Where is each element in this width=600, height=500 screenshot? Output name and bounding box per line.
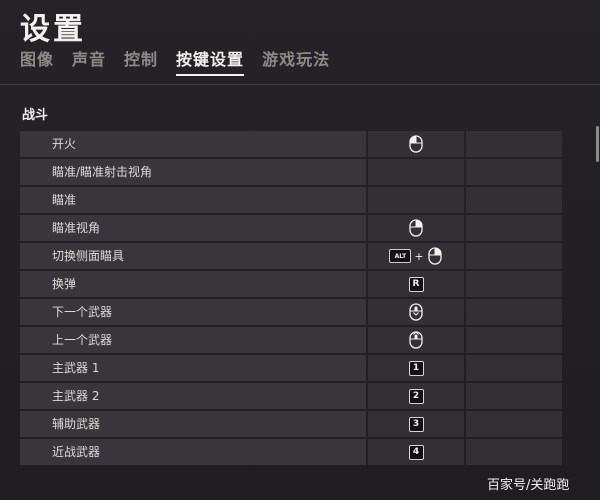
keybinding-row: 主武器 1 1 xyxy=(20,355,596,381)
keycap: 2 xyxy=(408,388,424,404)
secondary-binding-slot[interactable] xyxy=(466,215,562,241)
keybinding-label-cell: 开火 xyxy=(20,131,366,157)
header-divider xyxy=(0,84,600,85)
keybinding-label: 瞄准/瞄准射击视角 xyxy=(20,159,366,185)
keybinding-row: 上一个武器 xyxy=(20,327,596,353)
page-title: 设置 xyxy=(20,12,86,47)
primary-binding-slot[interactable]: 4 xyxy=(368,439,464,465)
keybinding-label-cell: 主武器 1 xyxy=(20,355,366,381)
keybinding-label-cell: 瞄准/瞄准射击视角 xyxy=(20,159,366,185)
tab-controls[interactable]: 控制 xyxy=(124,48,158,72)
keybinding-label-cell: 上一个武器 xyxy=(20,327,366,353)
secondary-binding-slot[interactable] xyxy=(466,271,562,297)
keybinding-row: 切换侧面瞄具 ALT + xyxy=(20,243,596,269)
primary-binding-slot[interactable]: 3 xyxy=(368,411,464,437)
mouse-right-click-icon xyxy=(408,219,424,237)
keybinding-label-cell: 切换侧面瞄具 xyxy=(20,243,366,269)
primary-binding-slot[interactable] xyxy=(368,187,464,213)
keybinding-row: 下一个武器 xyxy=(20,299,596,325)
mouse-scroll-up-icon xyxy=(408,331,424,349)
keybinding-row: 瞄准/瞄准射击视角 xyxy=(20,159,596,185)
keybinding-label-cell: 下一个武器 xyxy=(20,299,366,325)
mouse-scroll-down-icon xyxy=(408,303,424,321)
primary-binding-slot[interactable] xyxy=(368,131,464,157)
keybinding-label-cell: 换弹 xyxy=(20,271,366,297)
keycap: 3 xyxy=(408,416,424,432)
keybinding-label-cell: 瞄准视角 xyxy=(20,215,366,241)
section-title: 战斗 xyxy=(22,108,49,123)
keybinding-label: 下一个武器 xyxy=(20,299,366,325)
keybinding-row: 辅助武器 3 xyxy=(20,411,596,437)
keybinding-label: 瞄准视角 xyxy=(20,215,366,241)
secondary-binding-slot[interactable] xyxy=(466,327,562,353)
plus-sign: + xyxy=(414,249,424,263)
mouse-left-click-icon xyxy=(408,135,424,153)
keybinding-row: 开火 xyxy=(20,131,596,157)
primary-binding-slot[interactable]: 2 xyxy=(368,383,464,409)
keybinding-row: 主武器 2 2 xyxy=(20,383,596,409)
keybinding-label: 主武器 1 xyxy=(20,355,366,381)
secondary-binding-slot[interactable] xyxy=(466,159,562,185)
secondary-binding-slot[interactable] xyxy=(466,411,562,437)
keycap: 4 xyxy=(408,444,424,460)
tab-sound[interactable]: 声音 xyxy=(72,48,106,72)
secondary-binding-slot[interactable] xyxy=(466,439,562,465)
keycap: R xyxy=(408,276,424,292)
keycap-alt: ALT xyxy=(389,249,412,263)
tab-graphics[interactable]: 图像 xyxy=(20,48,54,72)
primary-binding-slot[interactable]: ALT + xyxy=(368,243,464,269)
keybinding-row: 瞄准视角 xyxy=(20,215,596,241)
primary-binding-slot[interactable] xyxy=(368,159,464,185)
keybinding-row: 换弹 R xyxy=(20,271,596,297)
keybinding-row: 近战武器 4 xyxy=(20,439,596,465)
primary-binding-slot[interactable] xyxy=(368,299,464,325)
scrollbar[interactable] xyxy=(596,126,599,162)
primary-binding-slot[interactable]: 1 xyxy=(368,355,464,381)
keybinding-label: 辅助武器 xyxy=(20,411,366,437)
keybinding-row: 瞄准 xyxy=(20,187,596,213)
keybinding-label-cell: 主武器 2 xyxy=(20,383,366,409)
keybinding-label: 主武器 2 xyxy=(20,383,366,409)
primary-binding-slot[interactable] xyxy=(368,215,464,241)
keybinding-list: 开火 瞄准/瞄准射击视角 瞄准 瞄准视角 切换侧面瞄具 ALT + 换弹 R 下一个武器 上一个武器… xyxy=(20,131,596,467)
keybinding-label-cell: 近战武器 xyxy=(20,439,366,465)
secondary-binding-slot[interactable] xyxy=(466,355,562,381)
secondary-binding-slot[interactable] xyxy=(466,131,562,157)
keycap: 1 xyxy=(408,360,424,376)
secondary-binding-slot[interactable] xyxy=(466,383,562,409)
watermark: 百家号/关跑跑 xyxy=(487,478,570,493)
primary-binding-slot[interactable]: R xyxy=(368,271,464,297)
keybinding-label: 换弹 xyxy=(20,271,366,297)
keybinding-label: 瞄准 xyxy=(20,187,366,213)
tab-keybindings[interactable]: 按键设置 xyxy=(176,48,245,76)
keybinding-label-cell: 瞄准 xyxy=(20,187,366,213)
keybinding-label: 切换侧面瞄具 xyxy=(20,243,366,269)
keybinding-label-cell: 辅助武器 xyxy=(20,411,366,437)
secondary-binding-slot[interactable] xyxy=(466,243,562,269)
mouse-right-click-icon xyxy=(427,247,443,265)
keybinding-label: 近战武器 xyxy=(20,439,366,465)
settings-tabs: 图像 声音 控制 按键设置 游戏玩法 xyxy=(20,48,348,76)
keybinding-label: 上一个武器 xyxy=(20,327,366,353)
secondary-binding-slot[interactable] xyxy=(466,187,562,213)
secondary-binding-slot[interactable] xyxy=(466,299,562,325)
tab-gameplay[interactable]: 游戏玩法 xyxy=(262,48,330,72)
keybinding-label: 开火 xyxy=(20,131,366,157)
primary-binding-slot[interactable] xyxy=(368,327,464,353)
